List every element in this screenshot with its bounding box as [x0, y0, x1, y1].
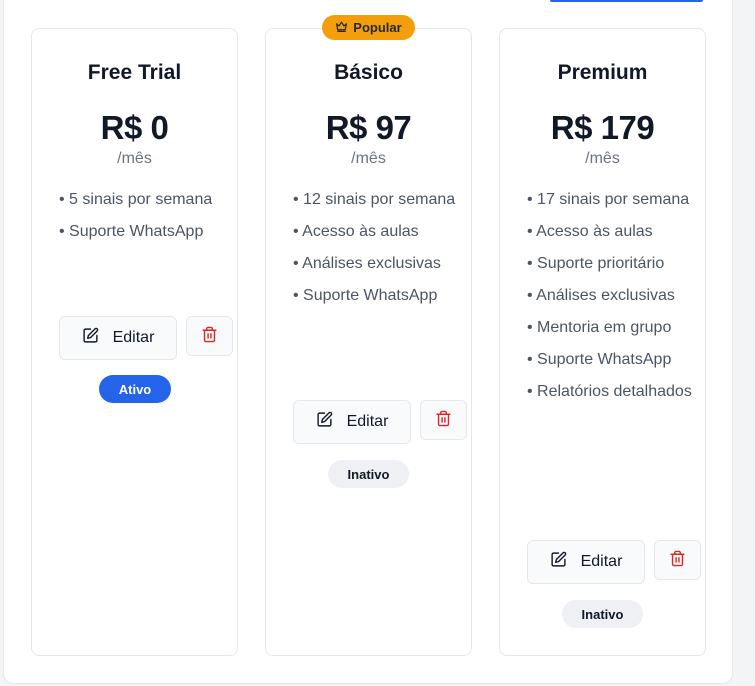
- feature-item: Suporte WhatsApp: [527, 349, 697, 371]
- plan-period: /mês: [351, 150, 386, 167]
- plan-card-free-trial: Free Trial R$ 0 /mês 5 sinais por semana…: [31, 28, 238, 656]
- feature-list: 17 sinais por semana Acesso às aulas Sup…: [527, 189, 697, 413]
- plan-price: R$ 97: [325, 109, 412, 146]
- edit-icon: [316, 411, 333, 433]
- trash-icon: [435, 410, 452, 430]
- status-badge[interactable]: Inativo: [562, 600, 643, 628]
- edit-button-label: Editar: [346, 413, 389, 430]
- feature-list: 12 sinais por semana Acesso às aulas Aná…: [293, 189, 463, 317]
- feature-item: Suporte WhatsApp: [293, 285, 463, 307]
- status-badge[interactable]: Inativo: [328, 460, 409, 488]
- delete-button[interactable]: [654, 540, 701, 580]
- edit-button-label: Editar: [580, 553, 623, 570]
- plan-card-basico: Básico R$ 97 /mês 12 sinais por semana A…: [265, 28, 472, 656]
- trash-icon: [201, 326, 218, 346]
- popular-badge: Popular: [322, 15, 415, 40]
- delete-button[interactable]: [420, 400, 467, 440]
- feature-item: Mentoria em grupo: [527, 317, 697, 339]
- plan-price: R$ 179: [550, 109, 655, 146]
- edit-button[interactable]: Editar: [293, 400, 411, 444]
- feature-item: Relatórios detalhados: [527, 381, 697, 403]
- status-badge[interactable]: Ativo: [99, 375, 171, 403]
- feature-item: Suporte prioritário: [527, 253, 697, 275]
- edit-icon: [82, 327, 99, 349]
- plan-price: R$ 0: [100, 109, 169, 146]
- edit-button[interactable]: Editar: [527, 540, 645, 584]
- feature-item: Suporte WhatsApp: [59, 221, 229, 243]
- crown-icon: [335, 20, 348, 36]
- feature-item: 5 sinais por semana: [59, 189, 229, 211]
- feature-item: Análises exclusivas: [293, 253, 463, 275]
- edit-icon: [550, 551, 567, 573]
- delete-button[interactable]: [186, 316, 233, 356]
- top-button-edge[interactable]: [550, 0, 703, 2]
- plan-period: /mês: [117, 150, 152, 167]
- plan-name: Básico: [334, 61, 403, 84]
- plan-card-premium: Premium R$ 179 /mês 17 sinais por semana…: [499, 28, 706, 656]
- feature-item: Acesso às aulas: [527, 221, 697, 243]
- feature-item: Análises exclusivas: [527, 285, 697, 307]
- edit-button[interactable]: Editar: [59, 316, 177, 360]
- popular-badge-label: Popular: [353, 20, 402, 35]
- feature-list: 5 sinais por semana Suporte WhatsApp: [59, 189, 229, 253]
- plan-period: /mês: [585, 150, 620, 167]
- plan-name: Free Trial: [87, 61, 182, 84]
- feature-item: 12 sinais por semana: [293, 189, 463, 211]
- feature-item: 17 sinais por semana: [527, 189, 697, 211]
- edit-button-label: Editar: [112, 329, 155, 346]
- plan-name: Premium: [557, 61, 648, 84]
- feature-item: Acesso às aulas: [293, 221, 463, 243]
- trash-icon: [669, 550, 686, 570]
